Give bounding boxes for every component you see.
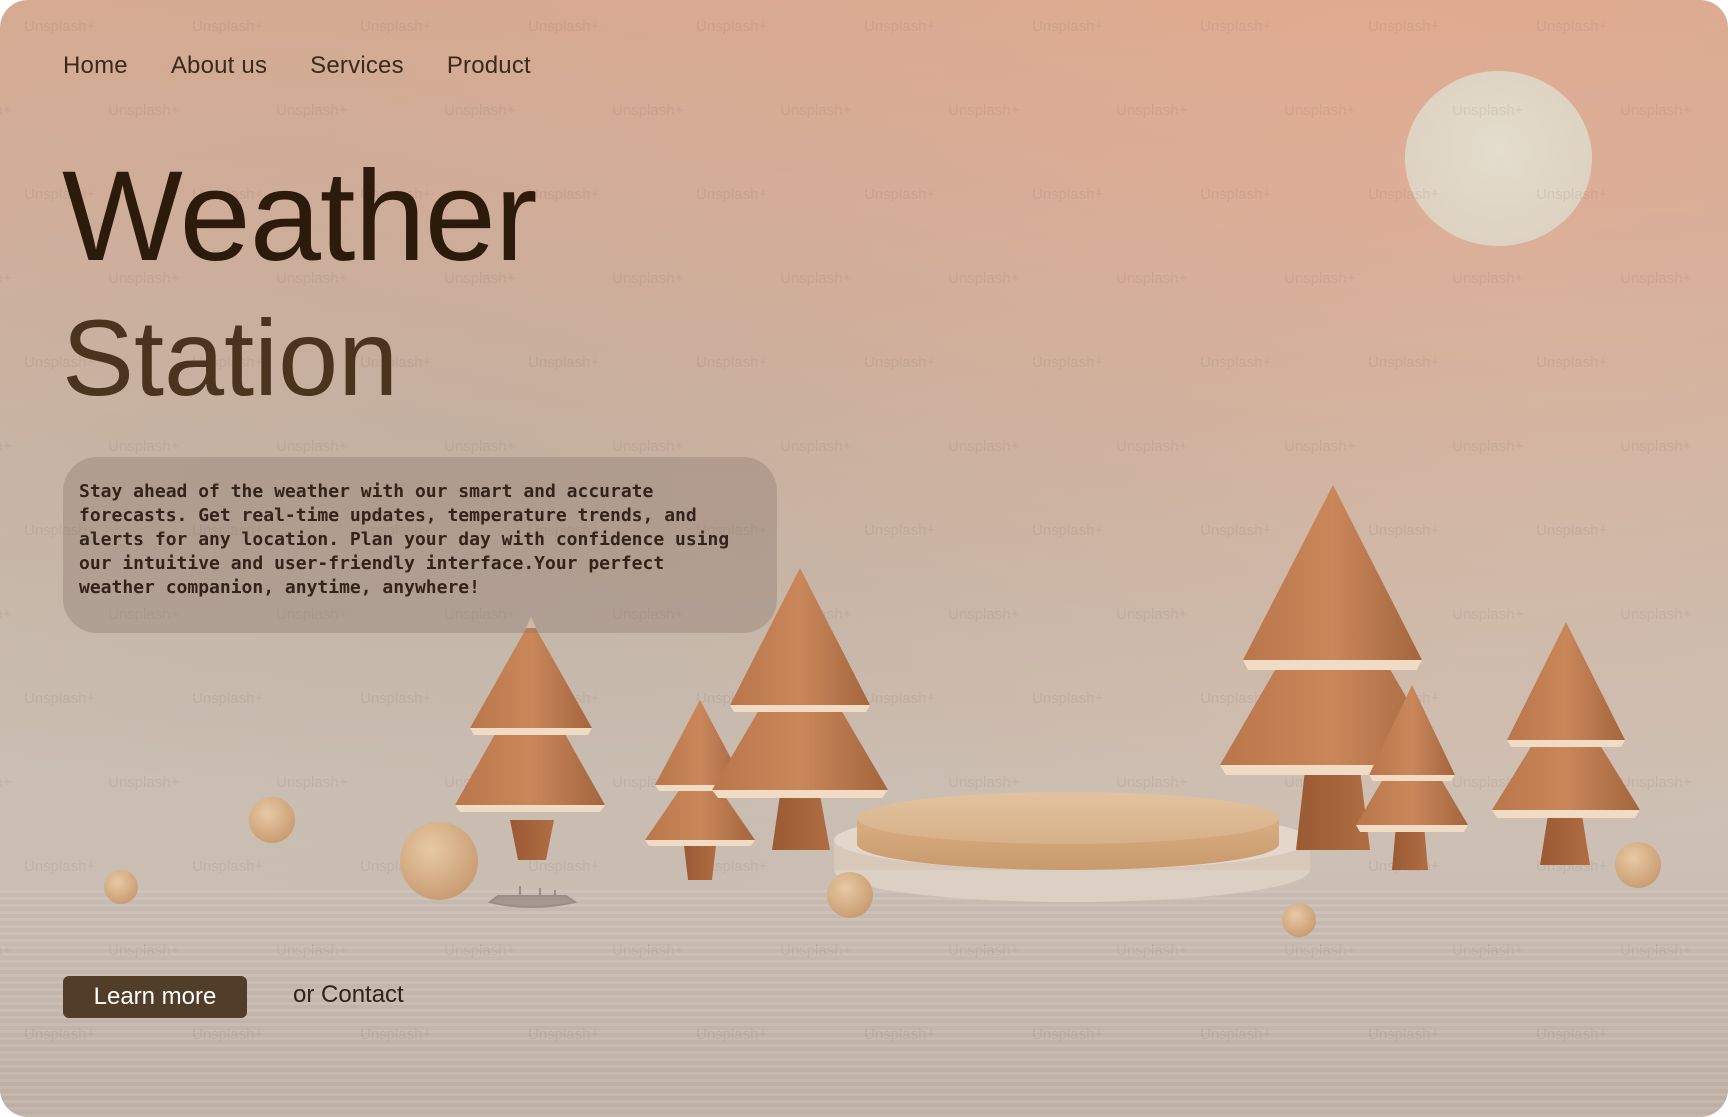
landing-page: Unsplash+ Unsplash+ Unsplash+ Unsplash+ Unsp…: [0, 0, 1728, 1117]
page-subtitle: Station: [62, 297, 399, 418]
sphere-icon: [1282, 903, 1316, 937]
sphere-icon: [249, 797, 295, 843]
contact-link[interactable]: or Contact: [293, 981, 404, 1009]
top-nav: Home About us Services Product: [63, 52, 574, 80]
nav-home[interactable]: Home: [63, 52, 128, 80]
sphere-icon: [827, 872, 873, 918]
sphere-icon: [104, 870, 138, 904]
sphere-icon: [1615, 842, 1661, 888]
podium-icon: [834, 792, 1310, 902]
sphere-icon: [400, 822, 478, 900]
nav-product[interactable]: Product: [447, 52, 531, 80]
learn-more-button[interactable]: Learn more: [63, 976, 247, 1018]
nav-about-us[interactable]: About us: [171, 52, 267, 80]
boat-icon: [487, 886, 578, 908]
tree-icon: [1492, 622, 1640, 865]
tree-icon: [455, 617, 605, 860]
page-title: Weather: [62, 145, 537, 288]
description-panel: Stay ahead of the weather with our smart…: [63, 457, 777, 633]
nav-services[interactable]: Services: [310, 52, 404, 80]
description-text: Stay ahead of the weather with our smart…: [79, 481, 730, 598]
